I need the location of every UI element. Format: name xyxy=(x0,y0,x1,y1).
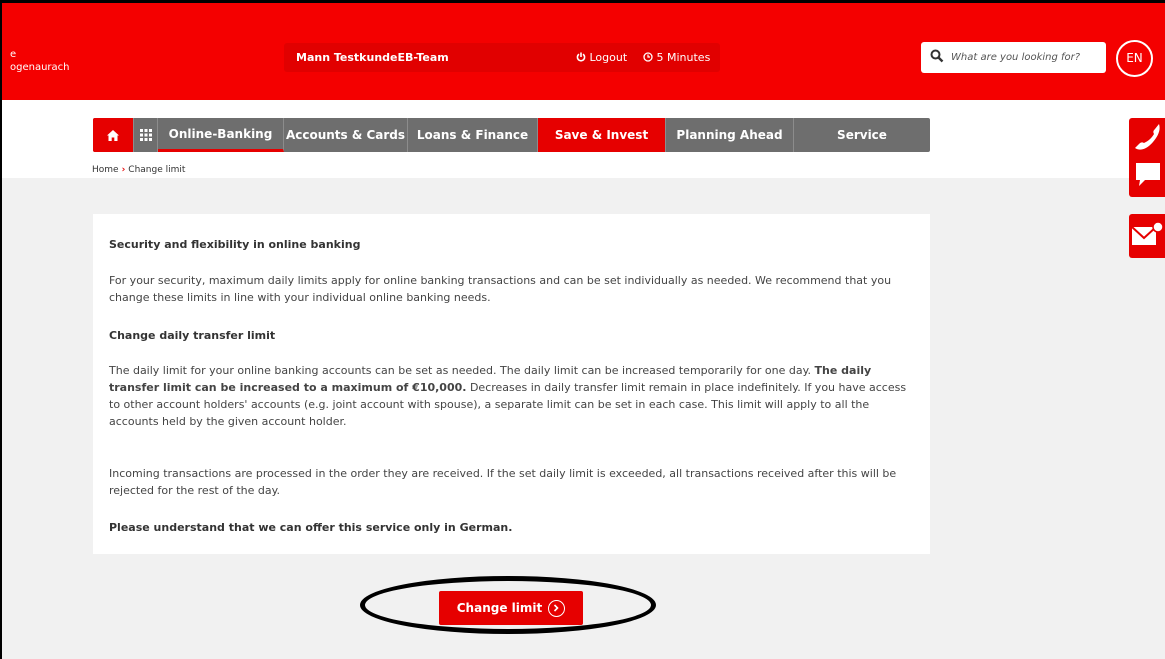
search-input[interactable] xyxy=(951,48,1101,67)
timer-label: 5 Minutes xyxy=(656,51,711,64)
mail-icon xyxy=(1131,221,1164,245)
search-icon xyxy=(930,49,944,63)
main-nav: Online-Banking Accounts & Cards Loans & … xyxy=(93,118,930,152)
grid-icon xyxy=(139,129,152,141)
change-limit-label: Change limit xyxy=(456,601,543,615)
breadcrumb: Home › Change limit xyxy=(92,165,185,175)
paragraph-incoming: Incoming transactions are processed in t… xyxy=(109,467,897,497)
nav-home[interactable] xyxy=(93,118,134,152)
user-name: Mann TestkundeEB-Team xyxy=(296,51,449,64)
nav-apps-grid[interactable] xyxy=(134,118,158,152)
language-switcher[interactable]: EN xyxy=(1116,40,1153,77)
breadcrumb-home[interactable]: Home xyxy=(92,165,119,175)
nav-accounts-cards[interactable]: Accounts & Cards xyxy=(284,118,408,152)
logout-button[interactable]: Logout xyxy=(576,51,627,64)
power-icon xyxy=(576,52,586,62)
heading-daily-limit: Change daily transfer limit xyxy=(109,329,276,342)
nav-planning-ahead[interactable]: Planning Ahead xyxy=(666,118,794,152)
chat-icon xyxy=(1136,163,1160,186)
breadcrumb-current: Change limit xyxy=(128,165,186,175)
search-box[interactable] xyxy=(921,42,1106,73)
phone-icon xyxy=(1135,124,1160,150)
nav-loans-finance[interactable]: Loans & Finance xyxy=(408,118,538,152)
brand-line-2: ogenaurach xyxy=(10,62,70,73)
brand-line-1: e xyxy=(10,49,17,60)
paragraph-german-only: Please understand that we can offer this… xyxy=(109,521,513,534)
chevron-right-icon xyxy=(548,599,566,617)
clock-icon xyxy=(643,52,653,62)
nav-service[interactable]: Service xyxy=(794,118,930,152)
nav-online-banking[interactable]: Online-Banking xyxy=(158,118,284,152)
home-icon xyxy=(107,129,119,141)
paragraph-daily-limit-a: The daily limit for your online banking … xyxy=(109,364,815,377)
side-mail-tab[interactable] xyxy=(1129,214,1165,258)
session-bar: Mann TestkundeEB-Team Logout 5 Minutes xyxy=(284,43,720,72)
side-contact-tab[interactable] xyxy=(1129,118,1165,197)
nav-save-invest[interactable]: Save & Invest xyxy=(538,118,666,152)
paragraph-daily-limit: The daily limit for your online banking … xyxy=(109,362,914,430)
brand-logo-text[interactable]: e ogenaurach xyxy=(10,48,70,74)
change-limit-button[interactable]: Change limit xyxy=(439,591,583,625)
chevron-right-icon: › xyxy=(121,165,126,175)
info-card: Security and flexibility in online banki… xyxy=(93,214,930,554)
paragraph-security: For your security, maximum daily limits … xyxy=(109,274,892,304)
logout-label: Logout xyxy=(589,51,628,64)
heading-security: Security and flexibility in online banki… xyxy=(109,238,361,251)
session-timer: 5 Minutes xyxy=(643,51,710,64)
